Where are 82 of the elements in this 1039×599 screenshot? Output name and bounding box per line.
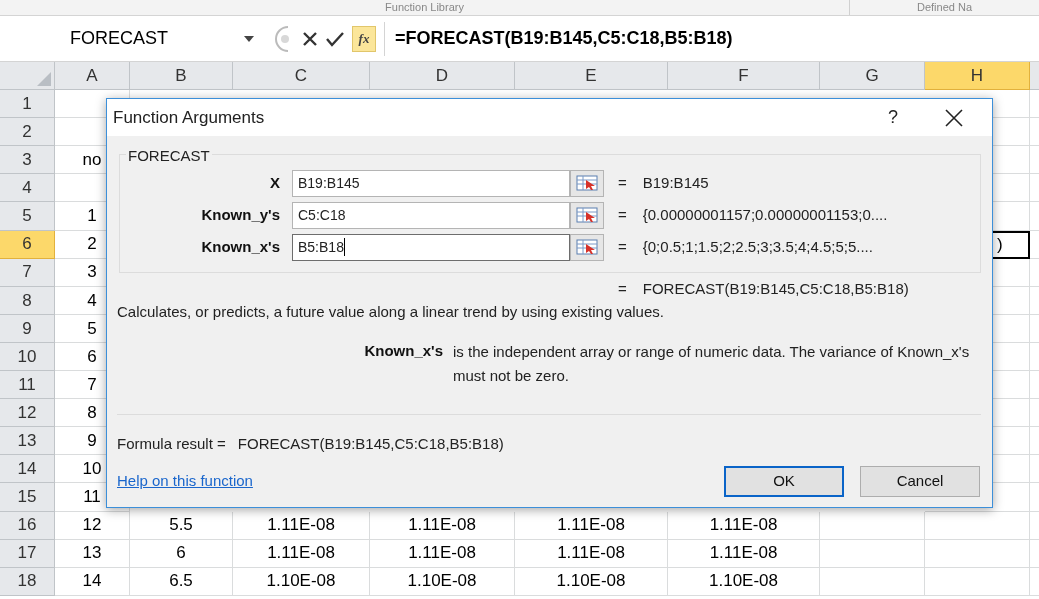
range-select-icon <box>576 207 598 223</box>
name-box[interactable]: FORECAST <box>10 21 260 56</box>
row-header[interactable]: 1 <box>0 90 55 119</box>
formula-result-value: FORECAST(B19:B145,C5:C18,B5:B18) <box>237 434 504 454</box>
enter-icon[interactable] <box>326 30 344 47</box>
row-header[interactable]: 6 <box>0 230 55 259</box>
help-button[interactable]: ? <box>878 104 908 131</box>
table-cell: 1.11E-08 <box>370 539 515 568</box>
column-header[interactable]: A <box>55 62 130 91</box>
formula-field[interactable]: =FORECAST(B19:B145,C5:C18,B5:B18) <box>393 25 733 52</box>
column-header[interactable]: E <box>515 62 668 91</box>
column-header[interactable]: C <box>233 62 370 91</box>
row-header[interactable]: 2 <box>0 118 55 147</box>
column-header[interactable]: F <box>668 62 820 91</box>
window-title: Function Arguments <box>113 106 266 129</box>
argument-label: Known_y's <box>200 204 281 225</box>
table-cell: 1.11E-08 <box>233 539 370 568</box>
range-select-button[interactable] <box>570 233 604 261</box>
row-header[interactable]: 17 <box>0 539 55 568</box>
argument-value: {0.00000001157;0.00000001153;0.... <box>642 204 888 225</box>
column-header[interactable]: G <box>820 62 925 91</box>
row-header[interactable]: 9 <box>0 314 55 343</box>
column-header[interactable]: D <box>370 62 515 91</box>
ribbon-group-label: Defined Na <box>916 0 972 15</box>
table-cell: 14 <box>55 567 130 596</box>
argument-value: {0;0.5;1;1.5;2;2.5;3;3.5;4;4.5;5;5.... <box>642 236 873 257</box>
table-cell: 1.11E-08 <box>515 539 668 568</box>
table-cell: 1.10E-08 <box>515 567 668 596</box>
row-header[interactable]: 7 <box>0 258 55 287</box>
range-select-icon <box>576 239 598 255</box>
equals-sign: = <box>618 236 627 257</box>
cancel-icon[interactable] <box>302 30 318 47</box>
column-header[interactable]: H <box>925 62 1030 91</box>
table-cell: 1.10E-08 <box>233 567 370 596</box>
table-cell: 5.5 <box>130 511 233 540</box>
table-cell: 12 <box>55 511 130 540</box>
row-header[interactable]: 3 <box>0 146 55 175</box>
input-field[interactable]: B5:B18 <box>292 233 570 261</box>
argument-description: is the independent array or range of numeric data. The variance of Known_x's must not be zero. <box>453 343 970 384</box>
argument-label: X <box>269 172 281 193</box>
table-cell: 1.11E-08 <box>370 511 515 540</box>
row-header[interactable]: 18 <box>0 567 55 596</box>
close-button[interactable] <box>944 107 964 128</box>
result-value: FORECAST(B19:B145,C5:C18,B5:B18) <box>642 279 909 299</box>
close-icon <box>945 108 963 127</box>
row-header[interactable]: 16 <box>0 511 55 540</box>
column-header[interactable]: B <box>130 62 233 91</box>
table-cell: 1.11E-08 <box>233 511 370 540</box>
argument-label: Known_x's <box>200 236 281 257</box>
table-cell: 13 <box>55 539 130 568</box>
table-cell: 1.11E-08 <box>515 511 668 540</box>
row-header[interactable]: 4 <box>0 174 55 203</box>
range-select-icon <box>576 175 598 191</box>
range-select-button[interactable] <box>570 201 604 229</box>
row-header[interactable]: 8 <box>0 286 55 315</box>
dialog-button[interactable]: Cancel <box>860 465 980 497</box>
equals-sign: = <box>618 204 627 225</box>
range-select-button[interactable] <box>570 169 604 197</box>
table-cell: 6 <box>130 539 233 568</box>
row-header[interactable]: 11 <box>0 371 55 400</box>
equals-sign: = <box>618 279 627 299</box>
row-header[interactable]: 10 <box>0 342 55 372</box>
table-cell: 1.11E-08 <box>668 511 820 540</box>
row-header[interactable]: 5 <box>0 202 55 231</box>
caret-icon <box>244 35 254 42</box>
dialog-button[interactable]: OK <box>724 465 844 497</box>
row-header[interactable]: 12 <box>0 399 55 428</box>
header-background <box>1030 62 1039 91</box>
argument-name: Known_x's <box>363 341 444 361</box>
row-header[interactable]: 14 <box>0 455 55 484</box>
argument-value: B19:B145 <box>642 172 709 193</box>
input-field[interactable]: C5:C18 <box>292 201 570 229</box>
table-cell: 1.10E-08 <box>370 567 515 596</box>
insert-function-button[interactable]: fx <box>352 25 376 52</box>
row-header[interactable]: 13 <box>0 427 55 456</box>
table-cell: 6.5 <box>130 567 233 596</box>
ribbon-group-label: Function Library <box>385 0 464 15</box>
input-field[interactable]: B19:B145 <box>292 169 570 197</box>
table-cell: 1.10E-08 <box>668 567 820 596</box>
equals-sign: = <box>618 172 627 193</box>
table-cell: 1.11E-08 <box>668 539 820 568</box>
row-header[interactable]: 15 <box>0 483 55 512</box>
